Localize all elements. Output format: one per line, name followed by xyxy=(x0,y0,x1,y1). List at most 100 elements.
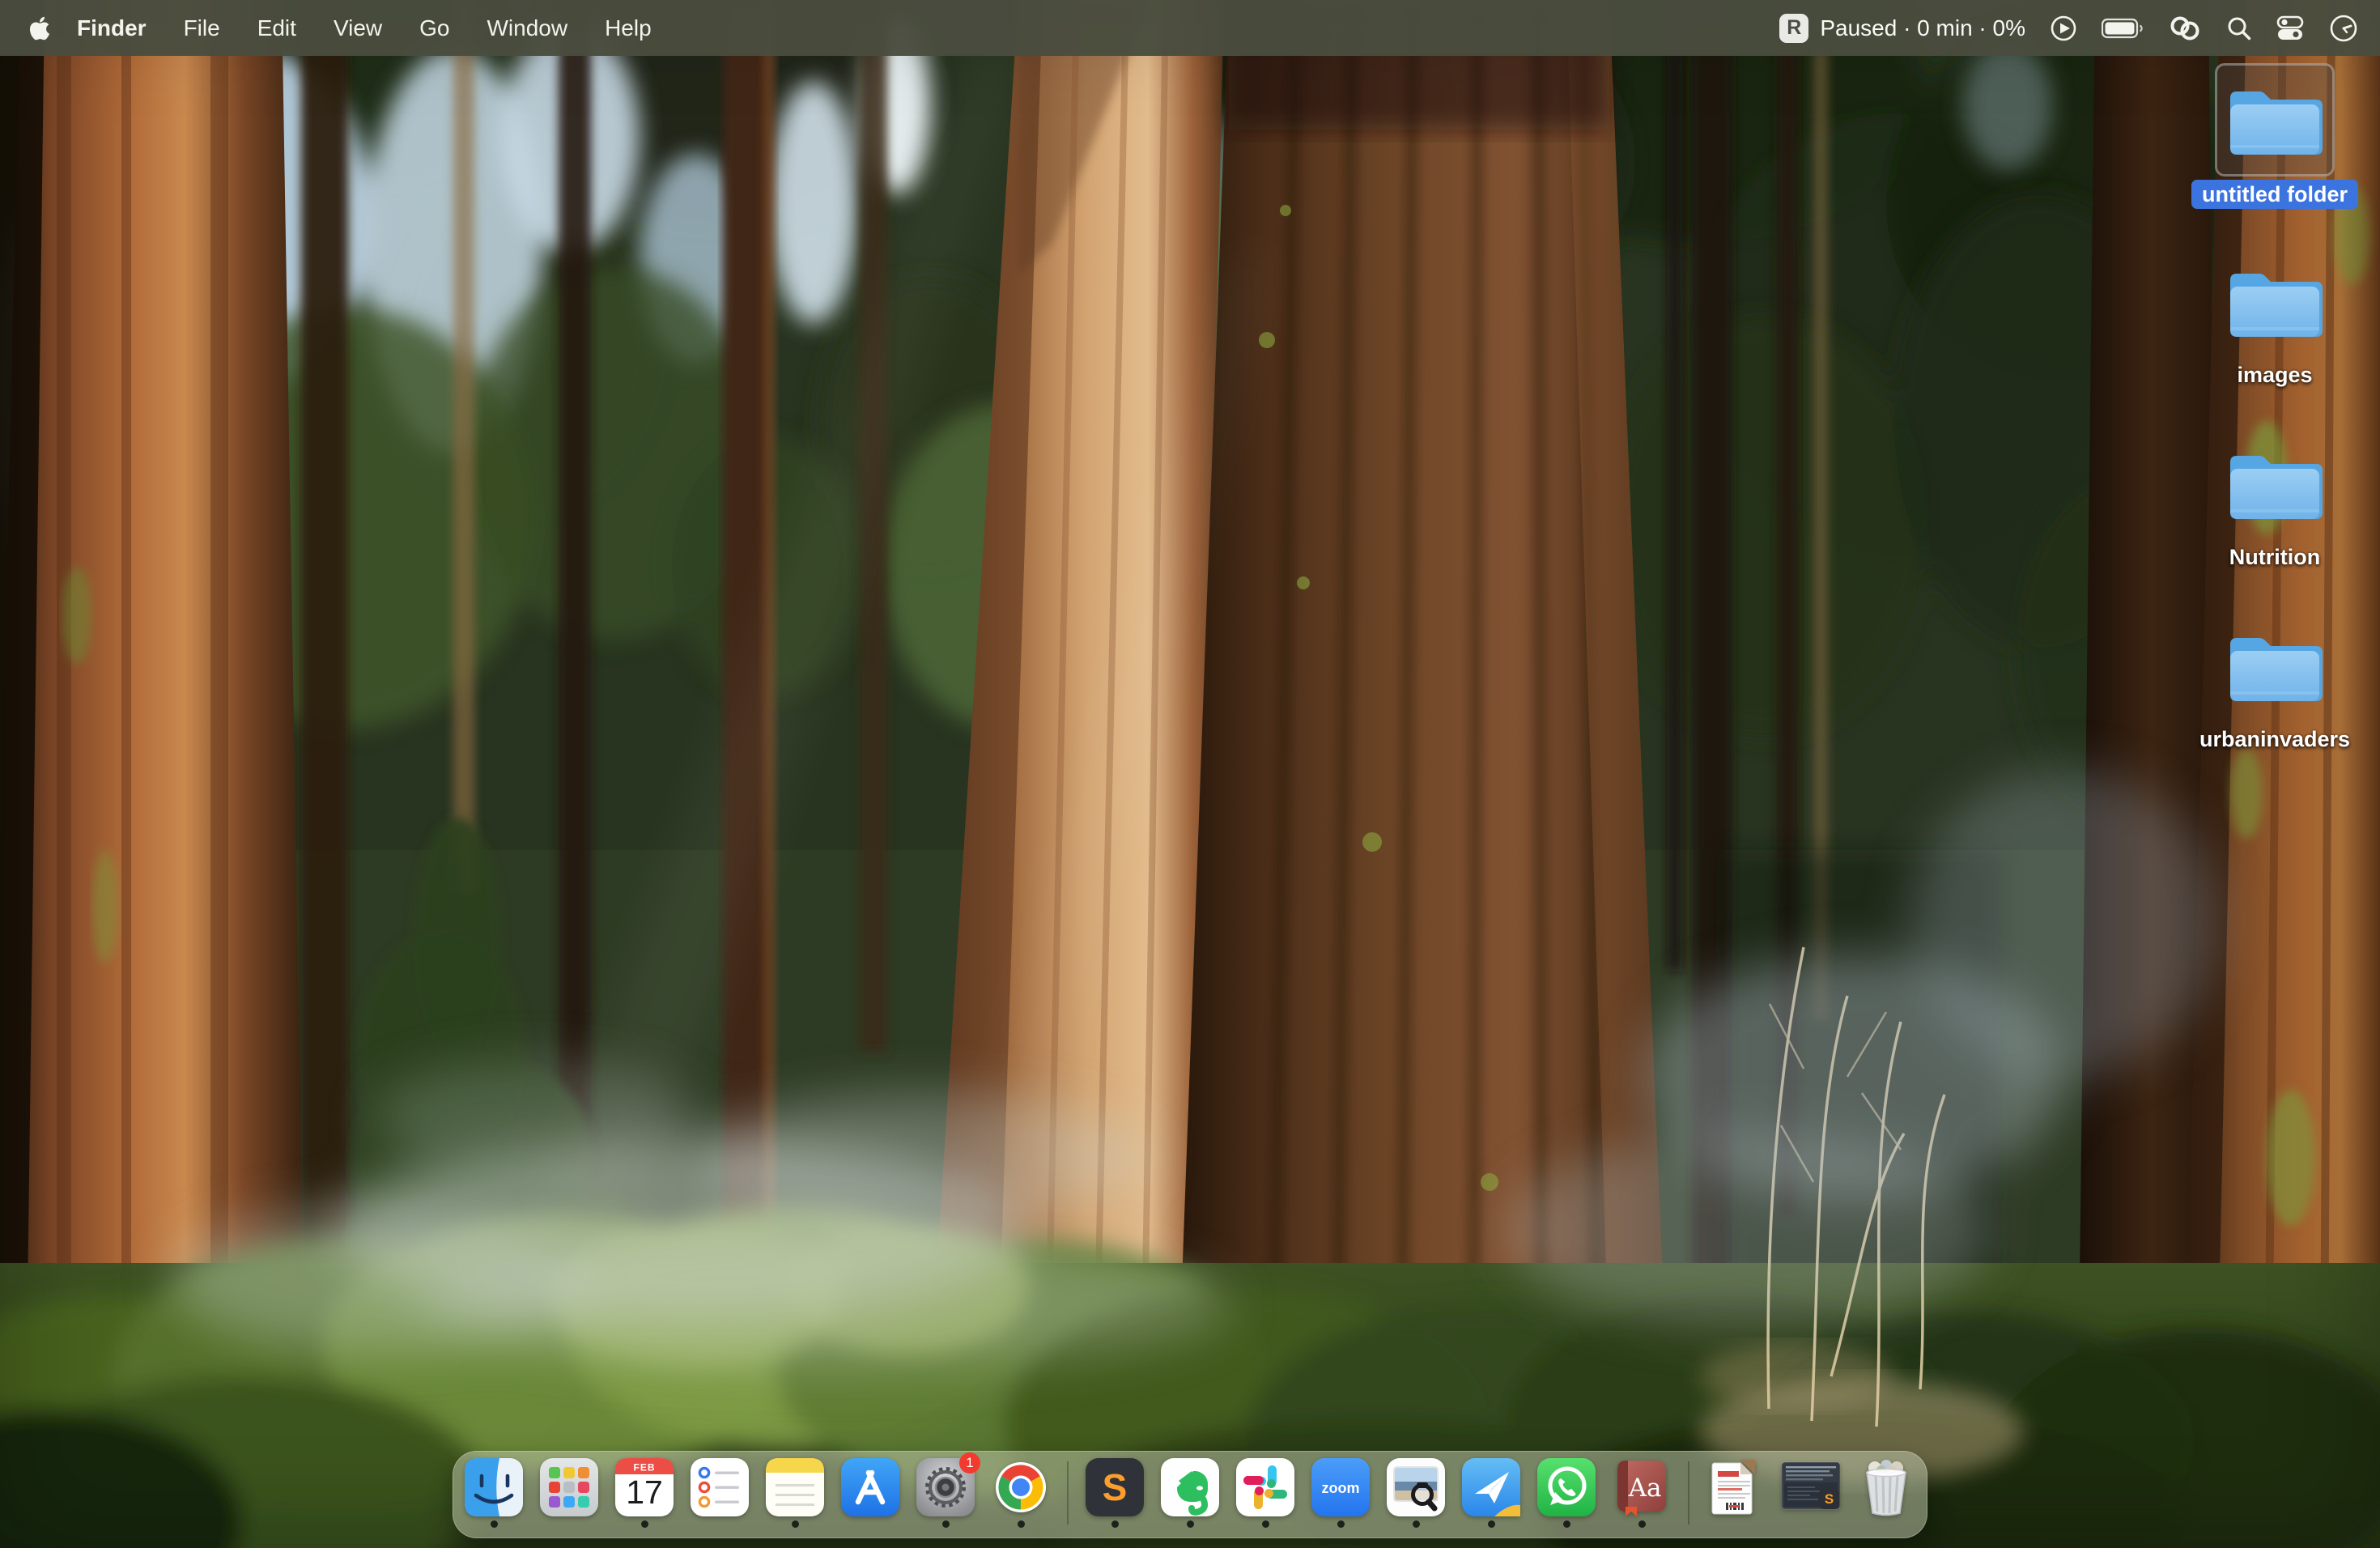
control-center-icon[interactable] xyxy=(2276,15,2304,41)
folder-label: Nutrition xyxy=(2229,544,2320,570)
folder-label: untitled folder xyxy=(2191,180,2358,209)
notes-icon xyxy=(766,1458,824,1516)
preview-icon xyxy=(1387,1458,1445,1516)
dock: FEB 17 xyxy=(453,1451,1927,1538)
dock-item-chrome[interactable] xyxy=(992,1458,1050,1528)
menu-item-window[interactable]: Window xyxy=(468,0,586,56)
dock-item-trash[interactable] xyxy=(1857,1458,1915,1528)
dock-item-zoom[interactable]: zoom xyxy=(1311,1458,1370,1528)
folder-icon xyxy=(2227,80,2323,159)
notification-badge: 1 xyxy=(959,1452,980,1474)
settings-icon: 1 xyxy=(916,1458,975,1516)
sublime-icon: S xyxy=(1086,1458,1144,1516)
zoom-icon: zoom xyxy=(1311,1458,1370,1516)
dock-item-sublime-window[interactable]: S xyxy=(1782,1458,1840,1528)
dictionary-icon: Aa xyxy=(1613,1458,1671,1516)
running-indicator xyxy=(1638,1520,1646,1528)
dock-item-slack[interactable] xyxy=(1236,1458,1294,1528)
running-indicator xyxy=(1111,1520,1119,1528)
desktop-folder-images[interactable]: images xyxy=(2190,245,2360,427)
apple-logo-icon xyxy=(28,16,52,40)
rescuetime-badge-icon: R xyxy=(1779,14,1808,43)
folder-icon-frame xyxy=(2215,610,2335,723)
dock-item-spark[interactable] xyxy=(1462,1458,1520,1528)
chrome-icon xyxy=(992,1458,1050,1516)
folder-label: images xyxy=(2237,362,2312,388)
svg-text:S: S xyxy=(1103,1466,1128,1508)
running-indicator xyxy=(792,1520,799,1528)
battery-icon[interactable] xyxy=(2102,18,2144,39)
dock-item-evernote[interactable] xyxy=(1161,1458,1219,1528)
calendar-icon: FEB 17 xyxy=(615,1458,674,1516)
rescuetime-status-text: Paused · 0 min · 0% xyxy=(1820,15,2025,41)
whatsapp-icon xyxy=(1537,1458,1596,1516)
folder-icon xyxy=(2227,627,2323,706)
dock-item-preview[interactable] xyxy=(1387,1458,1445,1528)
menu-item-help[interactable]: Help xyxy=(586,0,670,56)
running-indicator xyxy=(1337,1520,1345,1528)
dock-item-reminders[interactable] xyxy=(691,1458,749,1528)
finder-icon xyxy=(465,1458,523,1516)
menu-bar-status-area: R Paused · 0 min · 0% xyxy=(1779,13,2359,44)
running-indicator xyxy=(942,1520,950,1528)
desktop-folder-nutrition[interactable]: Nutrition xyxy=(2190,427,2360,610)
running-indicator xyxy=(1187,1520,1194,1528)
slack-icon xyxy=(1236,1458,1294,1516)
svg-text:FEB: FEB xyxy=(634,1462,656,1474)
folder-icon xyxy=(2227,444,2323,524)
play-icon[interactable] xyxy=(2050,15,2077,42)
menu-item-view[interactable]: View xyxy=(315,0,401,56)
apple-menu[interactable] xyxy=(28,15,52,42)
dock-item-finder[interactable] xyxy=(465,1458,523,1528)
dock-item-launchpad[interactable] xyxy=(540,1458,598,1528)
rescuetime-status[interactable]: R Paused · 0 min · 0% xyxy=(1779,14,2025,43)
app-store-icon xyxy=(841,1458,899,1516)
evernote-icon xyxy=(1161,1458,1219,1516)
pdf-document-icon xyxy=(1706,1458,1765,1516)
dock-item-app-store[interactable] xyxy=(841,1458,899,1528)
dock-item-pdf-document[interactable] xyxy=(1706,1458,1765,1528)
dock-item-whatsapp[interactable] xyxy=(1537,1458,1596,1528)
dock-separator xyxy=(1067,1461,1069,1525)
launchpad-icon xyxy=(540,1458,598,1516)
dock-item-sublime-text[interactable]: S xyxy=(1086,1458,1144,1528)
svg-text:zoom: zoom xyxy=(1322,1480,1360,1496)
reminders-icon xyxy=(691,1458,749,1516)
running-indicator xyxy=(1563,1520,1570,1528)
folder-selection-box xyxy=(2215,63,2335,176)
menu-item-edit[interactable]: Edit xyxy=(239,0,315,56)
macos-desktop: Finder File Edit View Go Window Help R P… xyxy=(0,0,2380,1548)
dock-separator xyxy=(1688,1461,1689,1525)
menu-item-go[interactable]: Go xyxy=(401,0,468,56)
clock-icon[interactable] xyxy=(2328,13,2359,44)
dock-item-calendar[interactable]: FEB 17 xyxy=(615,1458,674,1528)
desktop-folder-untitled[interactable]: untitled folder xyxy=(2190,63,2360,245)
trash-icon xyxy=(1857,1458,1915,1516)
folder-icon-frame xyxy=(2215,427,2335,541)
svg-text:Aa: Aa xyxy=(1628,1474,1662,1503)
running-indicator xyxy=(1262,1520,1269,1528)
search-icon[interactable] xyxy=(2226,15,2252,41)
folder-icon xyxy=(2227,262,2323,342)
menu-bar: Finder File Edit View Go Window Help R P… xyxy=(0,0,2380,56)
folder-icon-frame xyxy=(2215,245,2335,359)
folder-label: urbaninvaders xyxy=(2199,726,2350,752)
menu-item-finder[interactable]: Finder xyxy=(58,0,165,56)
running-indicator xyxy=(1018,1520,1025,1528)
sublime-window-icon: S xyxy=(1782,1458,1840,1516)
svg-text:S: S xyxy=(1825,1491,1834,1507)
running-indicator xyxy=(1413,1520,1420,1528)
menu-item-file[interactable]: File xyxy=(165,0,239,56)
dock-item-notes[interactable] xyxy=(766,1458,824,1528)
desktop-icons-column: untitled folder images xyxy=(2190,63,2360,792)
running-indicator xyxy=(491,1520,498,1528)
dock-item-system-settings[interactable]: 1 xyxy=(916,1458,975,1528)
link-icon[interactable] xyxy=(2168,15,2202,41)
running-indicator xyxy=(641,1520,648,1528)
desktop-folder-urbaninvaders[interactable]: urbaninvaders xyxy=(2190,610,2360,792)
svg-text:17: 17 xyxy=(626,1474,663,1511)
running-indicator xyxy=(1488,1520,1495,1528)
forest-wallpaper xyxy=(0,0,2380,1548)
spark-icon xyxy=(1462,1458,1520,1516)
dock-item-dictionary[interactable]: Aa xyxy=(1613,1458,1671,1528)
